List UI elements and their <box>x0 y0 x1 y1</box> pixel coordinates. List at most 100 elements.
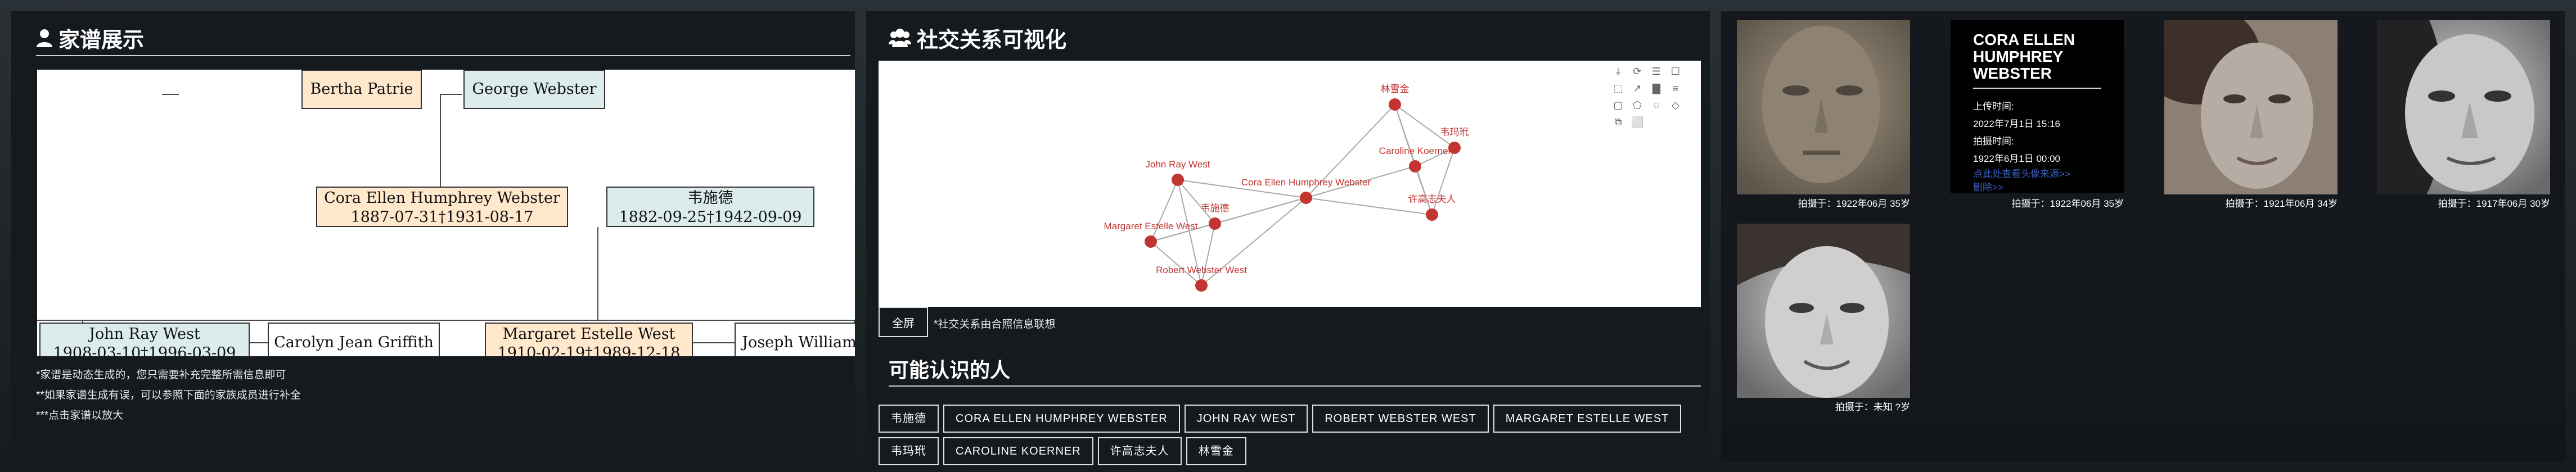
person-dates: 1882-09-25†1942-09-09 <box>619 208 802 226</box>
user-icon <box>37 29 52 47</box>
person-carolyn[interactable]: Carolyn Jean Griffith <box>268 323 440 356</box>
family-panel-title: 家谱展示 <box>36 22 144 53</box>
graph-node-caroline[interactable] <box>1409 160 1421 173</box>
brush-rect-icon[interactable]: ▢ <box>1612 99 1624 111</box>
people-title-text: 可能认识的人 <box>889 358 1011 382</box>
family-title-rule <box>36 55 850 56</box>
refresh-icon[interactable]: ⟳ <box>1631 65 1643 78</box>
face-photo[interactable] <box>2377 20 2550 194</box>
face-photo[interactable] <box>1737 224 1910 398</box>
person-tag[interactable]: MARGARET ESTELLE WEST <box>1493 405 1682 433</box>
person-joseph[interactable]: Joseph William <box>735 323 855 356</box>
photo-caption: 拍摄于：1922年06月 35岁 <box>2011 198 2124 209</box>
data-view-icon[interactable]: ☰ <box>1650 65 1663 78</box>
graph-node-label: 韦施德 <box>1201 203 1230 214</box>
tree-connector <box>37 320 855 321</box>
tree-connector <box>250 342 268 343</box>
tiled-icon[interactable]: ⧉ <box>1612 116 1624 128</box>
tree-connector <box>597 227 598 320</box>
graph-edge <box>1150 179 1178 242</box>
taken-time-label: 拍摄时间: <box>1973 136 2014 147</box>
person-tag[interactable]: CAROLINE KOERNER <box>943 437 1093 465</box>
graph-edge <box>1431 147 1455 215</box>
brush-keep-icon[interactable]: ◌ <box>1650 99 1663 111</box>
family-tree-canvas[interactable]: Bertha Patrie George Webster Cora Ellen … <box>37 70 855 356</box>
graph-edge <box>1415 166 1433 215</box>
family-note: *家谱是动态生成的，您只需要补充完整所需信息即可 <box>36 369 286 381</box>
info-card-rule <box>1973 88 2101 89</box>
person-cora[interactable]: Cora Ellen Humphrey Webster 1887-07-31†1… <box>316 187 568 227</box>
delete-link[interactable]: 删除>> <box>1973 181 2101 194</box>
person-tag[interactable]: 韦玛玳 <box>879 437 939 465</box>
person-wei[interactable]: 韦施德 1882-09-25†1942-09-09 <box>606 187 814 227</box>
person-john[interactable]: John Ray West 1908-03-10†1996-03-09 <box>39 323 250 356</box>
person-name: 韦施德 <box>687 189 733 207</box>
person-tag[interactable]: CORA ELLEN HUMPHREY WEBSTER <box>943 405 1180 433</box>
graph-toolbox: ⤓ ⟳ ☰ ☐ ⬚ ↗ ▇ ≡ ▢ ⬠ ◌ ◇ ⧉ ⬜ <box>1612 65 1693 128</box>
person-tag[interactable]: JOHN RAY WEST <box>1184 405 1308 433</box>
stack-icon[interactable]: ≡ <box>1669 82 1682 94</box>
person-name: Cora Ellen Humphrey Webster <box>324 189 560 207</box>
family-note: ***点击家谱以放大 <box>36 410 124 421</box>
graph-node-label: Cora Ellen Humphrey Webster <box>1241 177 1371 188</box>
fullscreen-button[interactable]: 全屏 <box>879 307 928 337</box>
zoom-reset-icon[interactable]: ⬚ <box>1612 82 1624 94</box>
graph-node-label: John Ray West <box>1146 159 1210 170</box>
person-name: Joseph William <box>742 334 855 351</box>
person-tag[interactable]: 韦施德 <box>879 405 939 433</box>
graph-edge <box>1177 179 1215 224</box>
person-tag[interactable]: 许高志夫人 <box>1097 437 1182 465</box>
graph-node-label: Margaret Estelle West <box>1104 221 1198 232</box>
graph-node-lin[interactable] <box>1389 98 1401 111</box>
person-name: Bertha Patrie <box>310 80 413 98</box>
graph-node-robert[interactable] <box>1195 279 1208 292</box>
brush-clear-icon[interactable]: ◇ <box>1669 99 1682 111</box>
people-tag-list: 韦施德 CORA ELLEN HUMPHREY WEBSTER JOHN RAY… <box>879 405 1701 465</box>
graph-node-label: 林雪金 <box>1381 84 1409 94</box>
tree-connector <box>693 342 735 343</box>
graph-node-cora[interactable] <box>1300 192 1312 204</box>
zoom-select-icon[interactable]: ☐ <box>1669 65 1682 78</box>
download-icon[interactable]: ⤓ <box>1612 65 1624 78</box>
graph-node-label: Caroline Koerner <box>1379 146 1452 156</box>
graph-node-weishide[interactable] <box>1209 217 1221 230</box>
social-panel-title-text: 社交关系可视化 <box>917 29 1067 52</box>
person-george[interactable]: George Webster <box>463 70 605 109</box>
people-title-rule <box>889 385 1701 387</box>
graph-edge <box>1394 104 1455 148</box>
face-photo[interactable] <box>2164 20 2338 194</box>
person-name: Margaret Estelle West <box>502 325 675 343</box>
person-dates: 1908-03-10†1996-03-09 <box>53 344 236 356</box>
person-dates: 1887-07-31†1931-08-17 <box>350 208 534 226</box>
photos-panel: 拍摄于：1922年06月 35岁 CORA ELLEN HUMPHREY WEB… <box>1721 11 2565 462</box>
upload-time-value: 2022年7月1日 15:16 <box>1973 119 2060 129</box>
graph-node-xu[interactable] <box>1426 208 1438 221</box>
line-chart-icon[interactable]: ↗ <box>1631 82 1643 94</box>
graph-edge <box>1150 241 1202 286</box>
social-graph-svg[interactable]: 林雪金韦玛玳 Caroline Koerner John Ray West Cora … <box>879 61 1701 307</box>
family-panel-title-text: 家谱展示 <box>58 29 145 52</box>
bar-chart-icon[interactable]: ▇ <box>1650 82 1663 94</box>
person-name: George Webster <box>472 80 597 98</box>
tree-connector <box>162 94 179 95</box>
social-graph-canvas[interactable]: 林雪金 韦玛玳 Caroline Koerner John Ray West Cora … <box>879 61 1701 307</box>
photo-info-card: CORA ELLEN HUMPHREY WEBSTER 上传时间: 2022年7… <box>1951 20 2124 193</box>
social-graph-panel: 社交关系可视化 林雪金 韦玛玳 Caroline Koerner John Ray W… <box>866 11 1710 465</box>
photo-caption: 拍摄于：未知 ?岁 <box>1835 402 1910 412</box>
person-tag[interactable]: ROBERT WEBSTER WEST <box>1312 405 1489 433</box>
graph-node-margaret[interactable] <box>1145 235 1157 248</box>
brush-polygon-icon[interactable]: ⬠ <box>1631 99 1643 111</box>
graph-node-john[interactable] <box>1172 174 1184 186</box>
person-tag[interactable]: 林雪金 <box>1186 437 1246 465</box>
graph-note: *社交关系由合照信息联想 <box>934 319 1056 330</box>
photo-caption: 拍摄于：1917年06月 30岁 <box>2438 198 2550 209</box>
people-title: 可能认识的人 <box>889 354 1010 383</box>
person-bertha[interactable]: Bertha Patrie <box>301 70 422 109</box>
taken-time-value: 1922年6月1日 00:00 <box>1973 153 2060 164</box>
family-note: **如果家谱生成有误，可以参照下面的家族成员进行补全 <box>36 389 301 401</box>
view-source-link[interactable]: 点此处查看头像来源>> <box>1973 167 2101 181</box>
face-photo[interactable] <box>1737 20 1910 194</box>
person-margaret[interactable]: Margaret Estelle West 1910-02-19†1989-12… <box>485 323 693 356</box>
photo-caption: 拍摄于：1921年06月 34岁 <box>2225 198 2338 209</box>
move-icon[interactable]: ⬜ <box>1631 116 1643 128</box>
